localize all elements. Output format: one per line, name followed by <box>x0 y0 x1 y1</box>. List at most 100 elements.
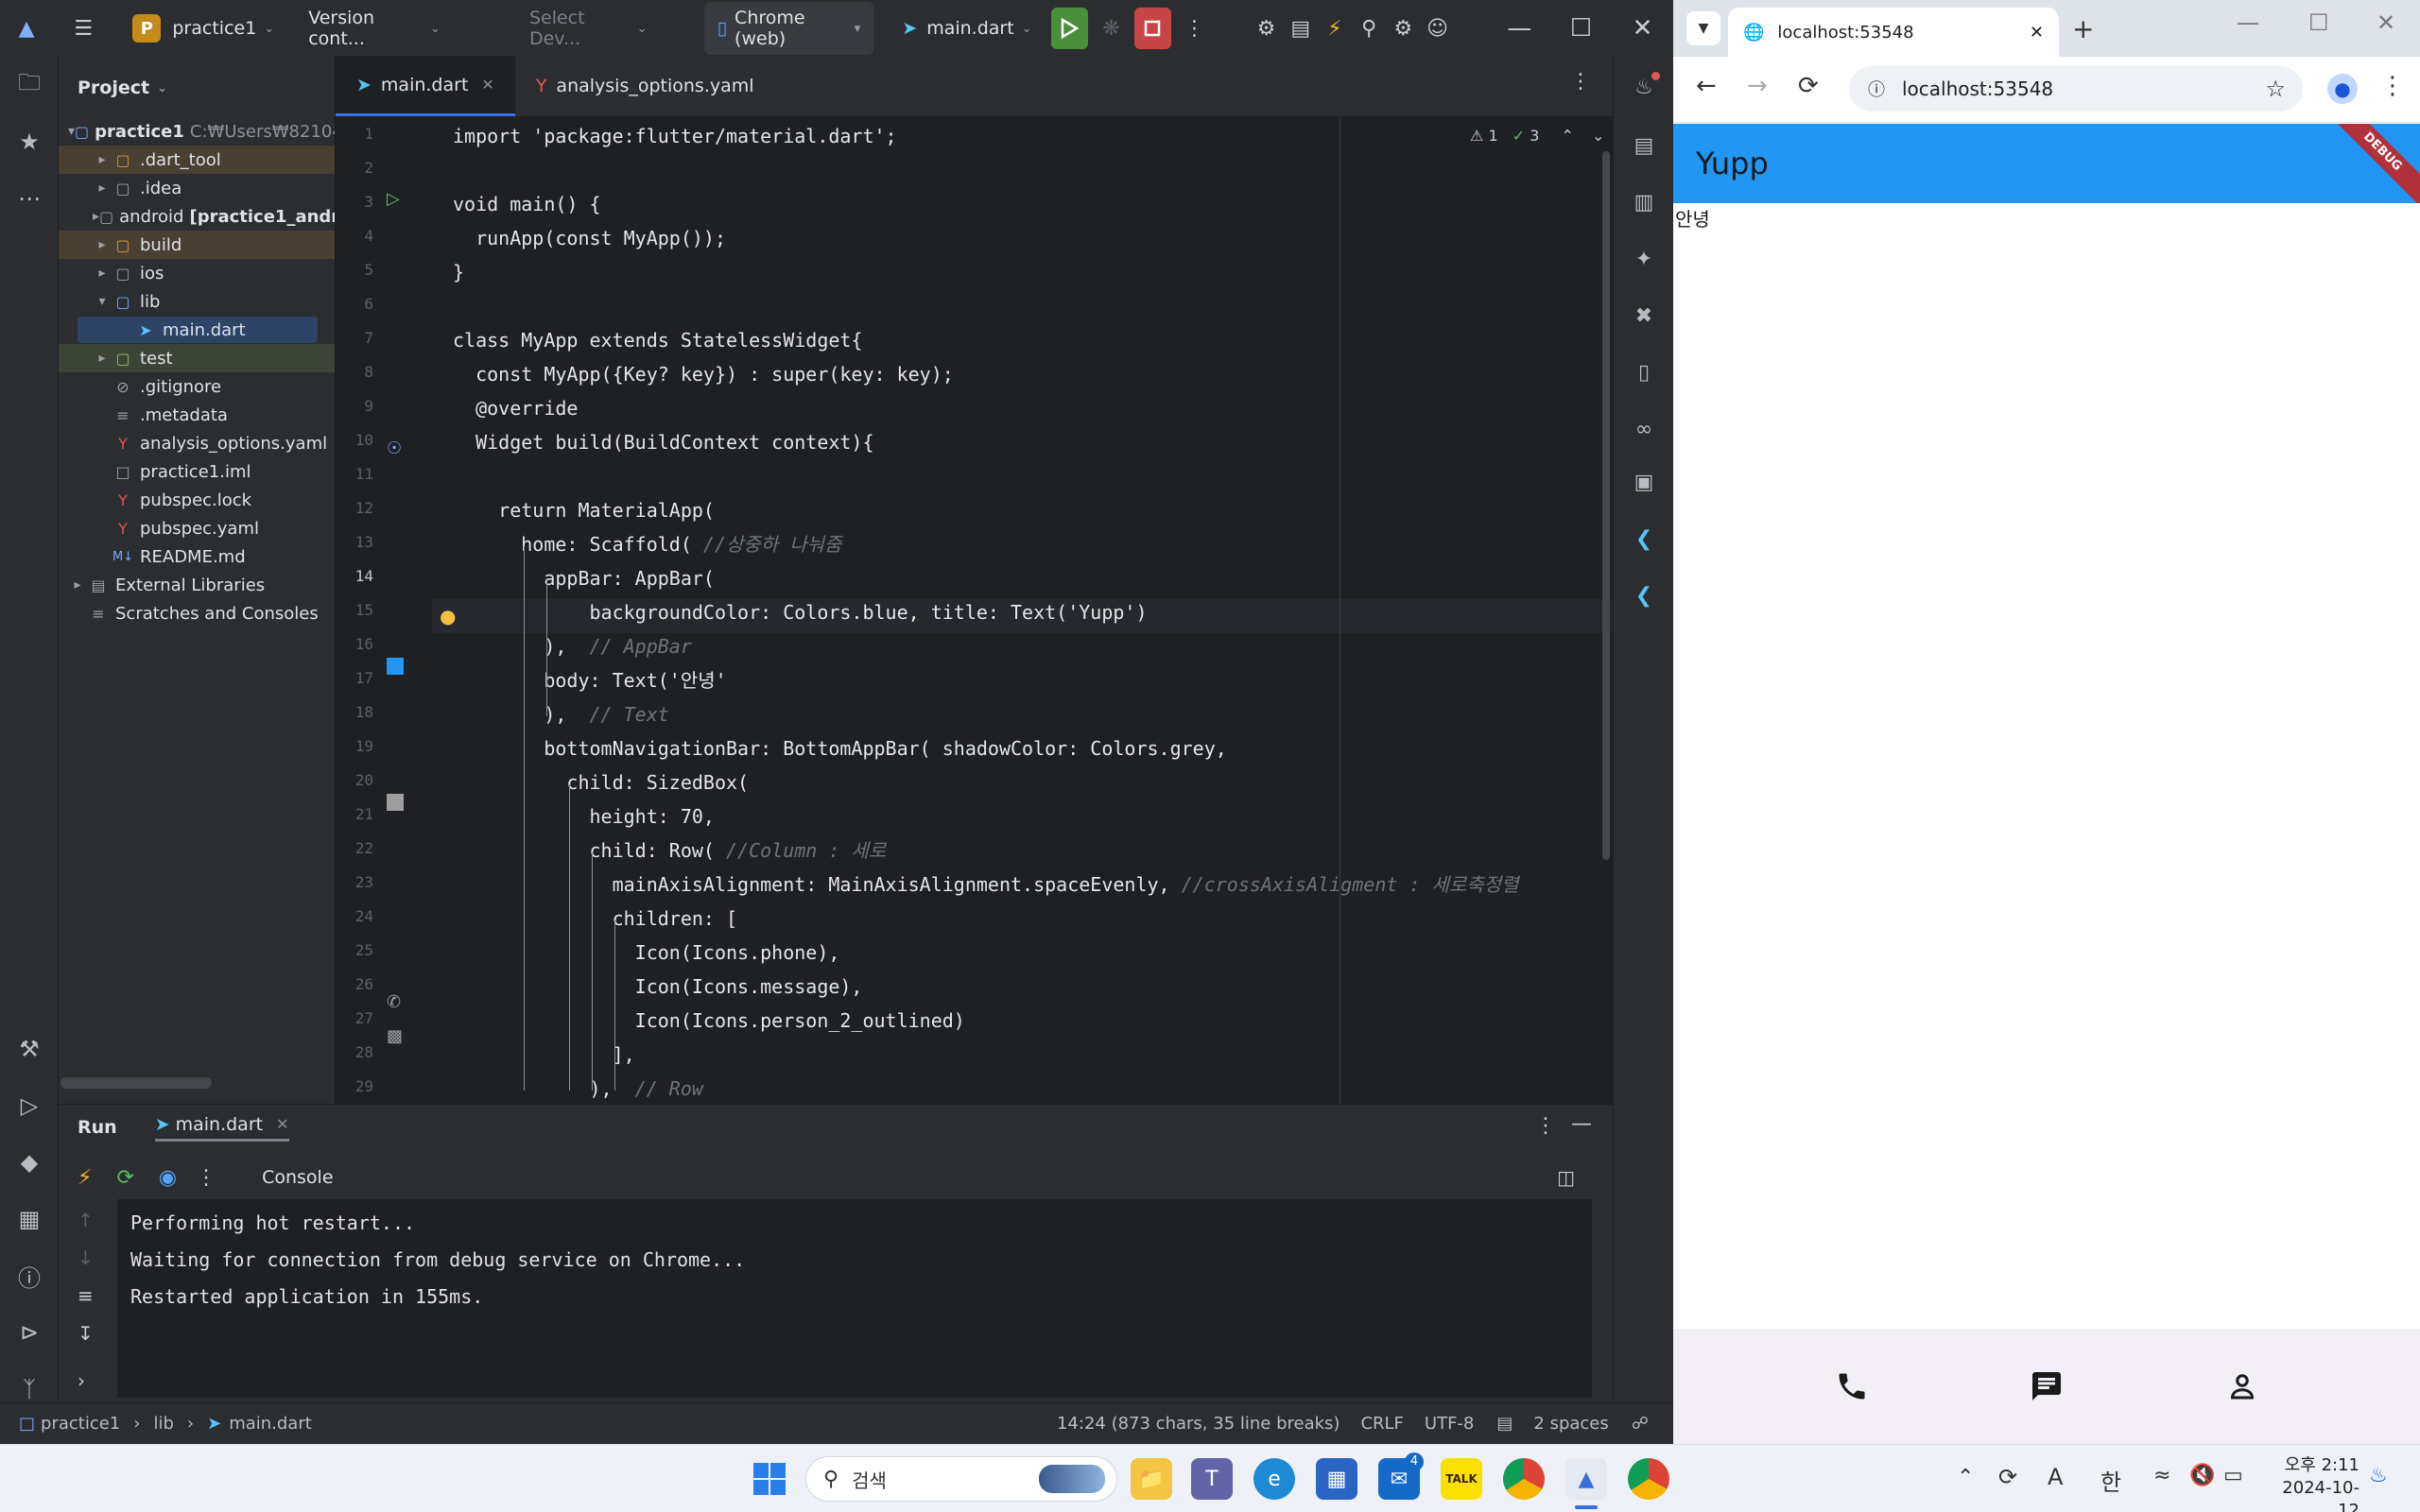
windows-start-icon[interactable] <box>749 1458 790 1500</box>
vcs-widget[interactable]: Version cont... ⌄ <box>308 8 441 49</box>
tree-item-main-dart[interactable]: ➤ main.dart <box>59 316 335 344</box>
devtools-icon[interactable]: ◉ <box>159 1166 177 1190</box>
layout-inspector-icon[interactable]: ▣ <box>1625 463 1663 501</box>
more-actions-icon[interactable]: ⋮ <box>1177 9 1211 47</box>
new-tab-icon[interactable]: + <box>2072 13 2094 44</box>
device-selector[interactable]: Select Dev... ⌄ <box>529 8 648 49</box>
main-menu-icon[interactable]: ☰ <box>66 9 100 47</box>
emulator-icon[interactable]: ▯ <box>1625 353 1663 391</box>
chrome-icon[interactable] <box>1628 1458 1669 1500</box>
clock[interactable]: 오후 2:11 2024-10-12 <box>2265 1454 2360 1512</box>
volume-muted-icon[interactable]: 🔇 <box>2189 1464 2215 1487</box>
build-icon[interactable]: ⚒ <box>10 1030 48 1068</box>
phone-icon[interactable] <box>1835 1369 1869 1403</box>
intention-bulb-icon[interactable]: ● <box>440 605 456 627</box>
console-tab[interactable]: Console <box>262 1167 333 1188</box>
scroll-down-icon[interactable]: ↓ <box>78 1246 110 1284</box>
tree-item-test[interactable]: ▸ ▢ test <box>59 344 335 372</box>
hot-reload-icon[interactable]: ⚡ <box>1318 9 1352 47</box>
folder-icon[interactable]: 🗀 <box>10 66 48 104</box>
gem-icon[interactable]: ◆ <box>10 1143 48 1181</box>
stop-button[interactable] <box>1133 8 1172 49</box>
flutter-performance-icon[interactable]: ❮ <box>1625 576 1663 614</box>
tree-item-iml[interactable]: □ practice1.iml <box>59 457 335 486</box>
ime-mode[interactable]: A <box>2048 1464 2063 1490</box>
message-icon[interactable] <box>2030 1369 2064 1403</box>
tree-item-scratches[interactable]: ≡ Scratches and Consoles <box>59 599 335 627</box>
wifi-icon[interactable]: ≈ <box>2153 1464 2170 1487</box>
device-manager-icon[interactable]: ▤ <box>1284 9 1318 47</box>
structure-icon[interactable]: ★ <box>10 123 48 161</box>
run-button[interactable] <box>1050 8 1089 49</box>
tree-item-lib[interactable]: ▾ ▢ lib <box>59 287 335 316</box>
hot-reload-icon[interactable]: ⚡ <box>78 1166 92 1190</box>
address-bar[interactable]: ⓘ localhost:53548 ☆ <box>1849 66 2303 112</box>
tab-analysis-options[interactable]: Y analysis_options.yaml <box>515 56 775 116</box>
forward-icon[interactable]: → <box>1747 72 1768 100</box>
profile-avatar-icon[interactable]: ● <box>2327 74 2358 104</box>
tree-item-readme[interactable]: M↓ README.md <box>59 542 335 571</box>
tree-item-external-libraries[interactable]: ▸ ▤ External Libraries <box>59 571 335 599</box>
breadcrumb-file[interactable]: main.dart <box>229 1414 312 1434</box>
tree-item-idea[interactable]: ▸ ▢ .idea <box>59 174 335 202</box>
tab-main-dart[interactable]: ➤ main.dart ✕ <box>336 56 515 116</box>
run-config-selector[interactable]: ➤ main.dart ⌄ <box>902 18 1031 39</box>
tray-overflow-icon[interactable]: ⌃ <box>1957 1466 1974 1489</box>
tree-item-metadata[interactable]: ≡ .metadata <box>59 401 335 429</box>
breadcrumb-lib[interactable]: lib <box>153 1414 173 1434</box>
kakaotalk-icon[interactable]: TALK <box>1441 1458 1482 1500</box>
teams-icon[interactable]: T <box>1191 1458 1233 1500</box>
device-file-explorer-icon[interactable]: ▤ <box>1625 127 1663 164</box>
run-panel-options-icon[interactable]: ⋮ <box>1535 1114 1556 1138</box>
run-tab-main-dart[interactable]: ➤ main.dart ✕ <box>154 1114 289 1142</box>
terminal-icon[interactable]: ⊳ <box>10 1314 48 1351</box>
expand-icon[interactable]: › <box>78 1369 110 1407</box>
tree-item-practice1[interactable]: ▾ ▢ practice1 C:₩Users₩82104 <box>59 117 335 146</box>
indent-setting[interactable]: 2 spaces <box>1533 1414 1608 1434</box>
project-selector[interactable]: P practice1 ⌄ <box>132 14 274 43</box>
code-area[interactable]: import 'package:flutter/material.dart'; v… <box>432 117 1614 1104</box>
run-target-selector[interactable]: ▯ Chrome (web) ▾ <box>703 2 874 55</box>
project-panel-header[interactable]: Project ⌄ <box>59 57 335 119</box>
debug-button[interactable]: ❋ <box>1094 9 1128 47</box>
ime-language[interactable]: 한 <box>2100 1464 2121 1497</box>
person-icon[interactable] <box>2225 1369 2259 1403</box>
scroll-up-icon[interactable]: ↑ <box>78 1209 110 1246</box>
vertical-scrollbar[interactable] <box>1602 151 1610 860</box>
scroll-to-end-icon[interactable]: ↧ <box>78 1322 110 1360</box>
close-window-icon[interactable]: ✕ <box>2377 9 2395 36</box>
more-icon[interactable]: ⋮ <box>196 1166 216 1190</box>
store-icon[interactable]: ▦ <box>1316 1458 1357 1500</box>
bookmark-star-icon[interactable]: ☆ <box>2265 76 2286 102</box>
logcat-icon[interactable]: ▦ <box>10 1200 48 1238</box>
browser-menu-icon[interactable]: ⋮ <box>2380 72 2405 100</box>
color-swatch-grey[interactable] <box>387 794 404 811</box>
tree-item-pubspec-yaml[interactable]: Y pubspec.yaml <box>59 514 335 542</box>
minimize-icon[interactable]: — <box>1489 14 1550 43</box>
override-gutter-icon[interactable]: ☉ <box>387 438 402 458</box>
attach-debugger-icon[interactable]: ⚙ <box>1250 9 1284 47</box>
minimize-icon[interactable]: — <box>2237 9 2259 36</box>
tree-item-ios[interactable]: ▸ ▢ ios <box>59 259 335 287</box>
tree-item-build[interactable]: ▸ ▢ build <box>59 231 335 259</box>
run-tool-icon[interactable]: ▷ <box>10 1087 48 1125</box>
tree-item-android[interactable]: ▸ ▢ android [practice1_andr <box>59 202 335 231</box>
close-tab-icon[interactable]: ✕ <box>276 1115 288 1133</box>
site-info-icon[interactable]: ⓘ <box>1868 77 1885 101</box>
reload-icon[interactable]: ⟳ <box>1798 72 1819 100</box>
layout-toggle-icon[interactable]: ◫ <box>1557 1166 1575 1189</box>
flutter-inspector-icon[interactable]: ✖ <box>1625 297 1663 335</box>
tab-search-icon[interactable]: ▼ <box>1686 11 1720 45</box>
account-icon[interactable]: ☺ <box>1420 9 1454 47</box>
maximize-icon[interactable]: ☐ <box>2308 9 2329 36</box>
tabs-more-icon[interactable]: ⋮ <box>1570 70 1591 94</box>
taskbar-search[interactable]: ⚲ 검색 <box>805 1456 1117 1502</box>
gemini-sparkle-icon[interactable]: ✦ <box>1625 240 1663 278</box>
maximize-icon[interactable]: ☐ <box>1550 14 1612 43</box>
tree-item-dart-tool[interactable]: ▸ ▢ .dart_tool <box>59 146 335 174</box>
file-encoding[interactable]: UTF-8 <box>1425 1414 1474 1434</box>
android-studio-taskbar-icon[interactable]: ▲ <box>1565 1458 1607 1500</box>
flutter-outline-icon[interactable]: ❮ <box>1625 520 1663 558</box>
link-icon[interactable]: ∞ <box>1625 410 1663 448</box>
console-output[interactable]: Performing hot restart... Waiting for co… <box>117 1199 1592 1398</box>
